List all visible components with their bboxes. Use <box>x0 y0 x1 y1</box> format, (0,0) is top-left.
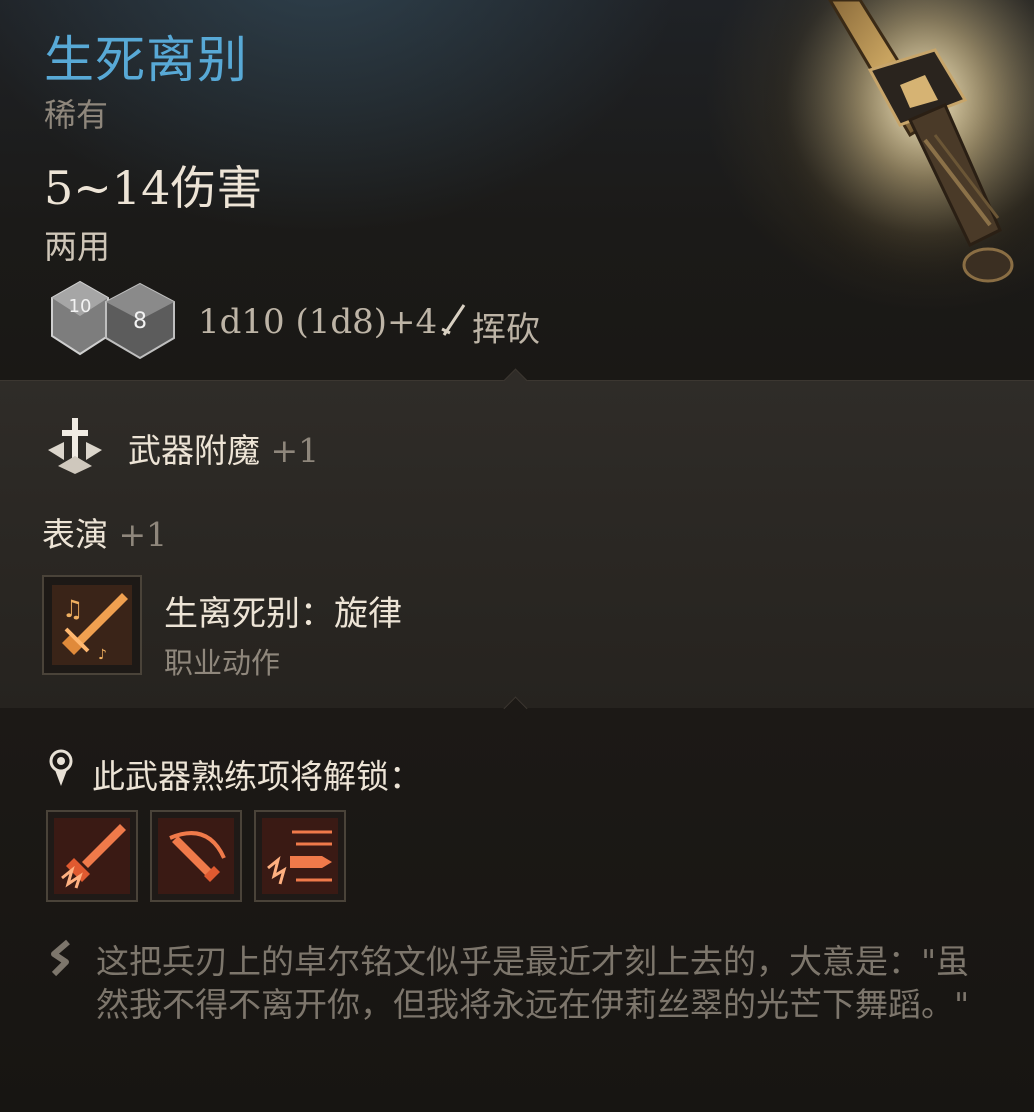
lacerate-icon <box>262 818 338 894</box>
longsword-art <box>760 0 1034 330</box>
performance-row: 表演 +1 <box>42 508 167 556</box>
item-rarity: 稀有 <box>44 96 109 134</box>
action-type: 职业动作 <box>164 646 281 680</box>
action-name: 生离死别：旋律 <box>164 594 402 634</box>
class-action-icon[interactable]: ♫ ♪ <box>42 575 142 675</box>
pommel-strike-icon <box>54 818 130 894</box>
svg-text:♫: ♫ <box>62 595 84 623</box>
enchantment-row: 武器附魔 +1 <box>128 424 319 472</box>
cleave-icon <box>158 818 234 894</box>
enchantment-bonus: +1 <box>270 431 320 470</box>
item-description: 这把兵刃上的卓尔铭文似乎是最近才刻上去的，大意是："虽然我不得不离开你，但我将永… <box>96 942 970 1024</box>
proficiency-unlock-label: 此武器熟练项将解锁： <box>92 757 422 796</box>
item-name: 生死离别 <box>44 31 248 89</box>
slashing-icon <box>441 304 466 336</box>
lore-quote-icon <box>51 939 70 977</box>
svg-text:♪: ♪ <box>98 647 107 663</box>
die1-face: 10 <box>69 296 92 317</box>
proficiency-medal-icon <box>49 749 73 786</box>
item-handedness: 两用 <box>44 227 110 266</box>
performance-bonus: +1 <box>118 515 168 554</box>
item-damage: 5~14伤害 <box>44 161 263 215</box>
proficiency-skill-3[interactable] <box>254 810 346 902</box>
proficiency-skill-1[interactable] <box>46 810 138 902</box>
enchantment-label: 武器附魔 <box>128 431 260 470</box>
weapon-enchant-icon <box>48 418 102 474</box>
melody-sword-icon: ♫ ♪ <box>52 585 132 665</box>
performance-label: 表演 <box>42 515 108 554</box>
dice-icon: 10 8 <box>51 280 175 360</box>
damage-dice-formula: 1d10 (1d8)+4 <box>198 302 438 342</box>
die2-face: 8 <box>133 309 147 334</box>
proficiency-skill-2[interactable] <box>150 810 242 902</box>
damage-type: 挥砍 <box>472 310 540 350</box>
